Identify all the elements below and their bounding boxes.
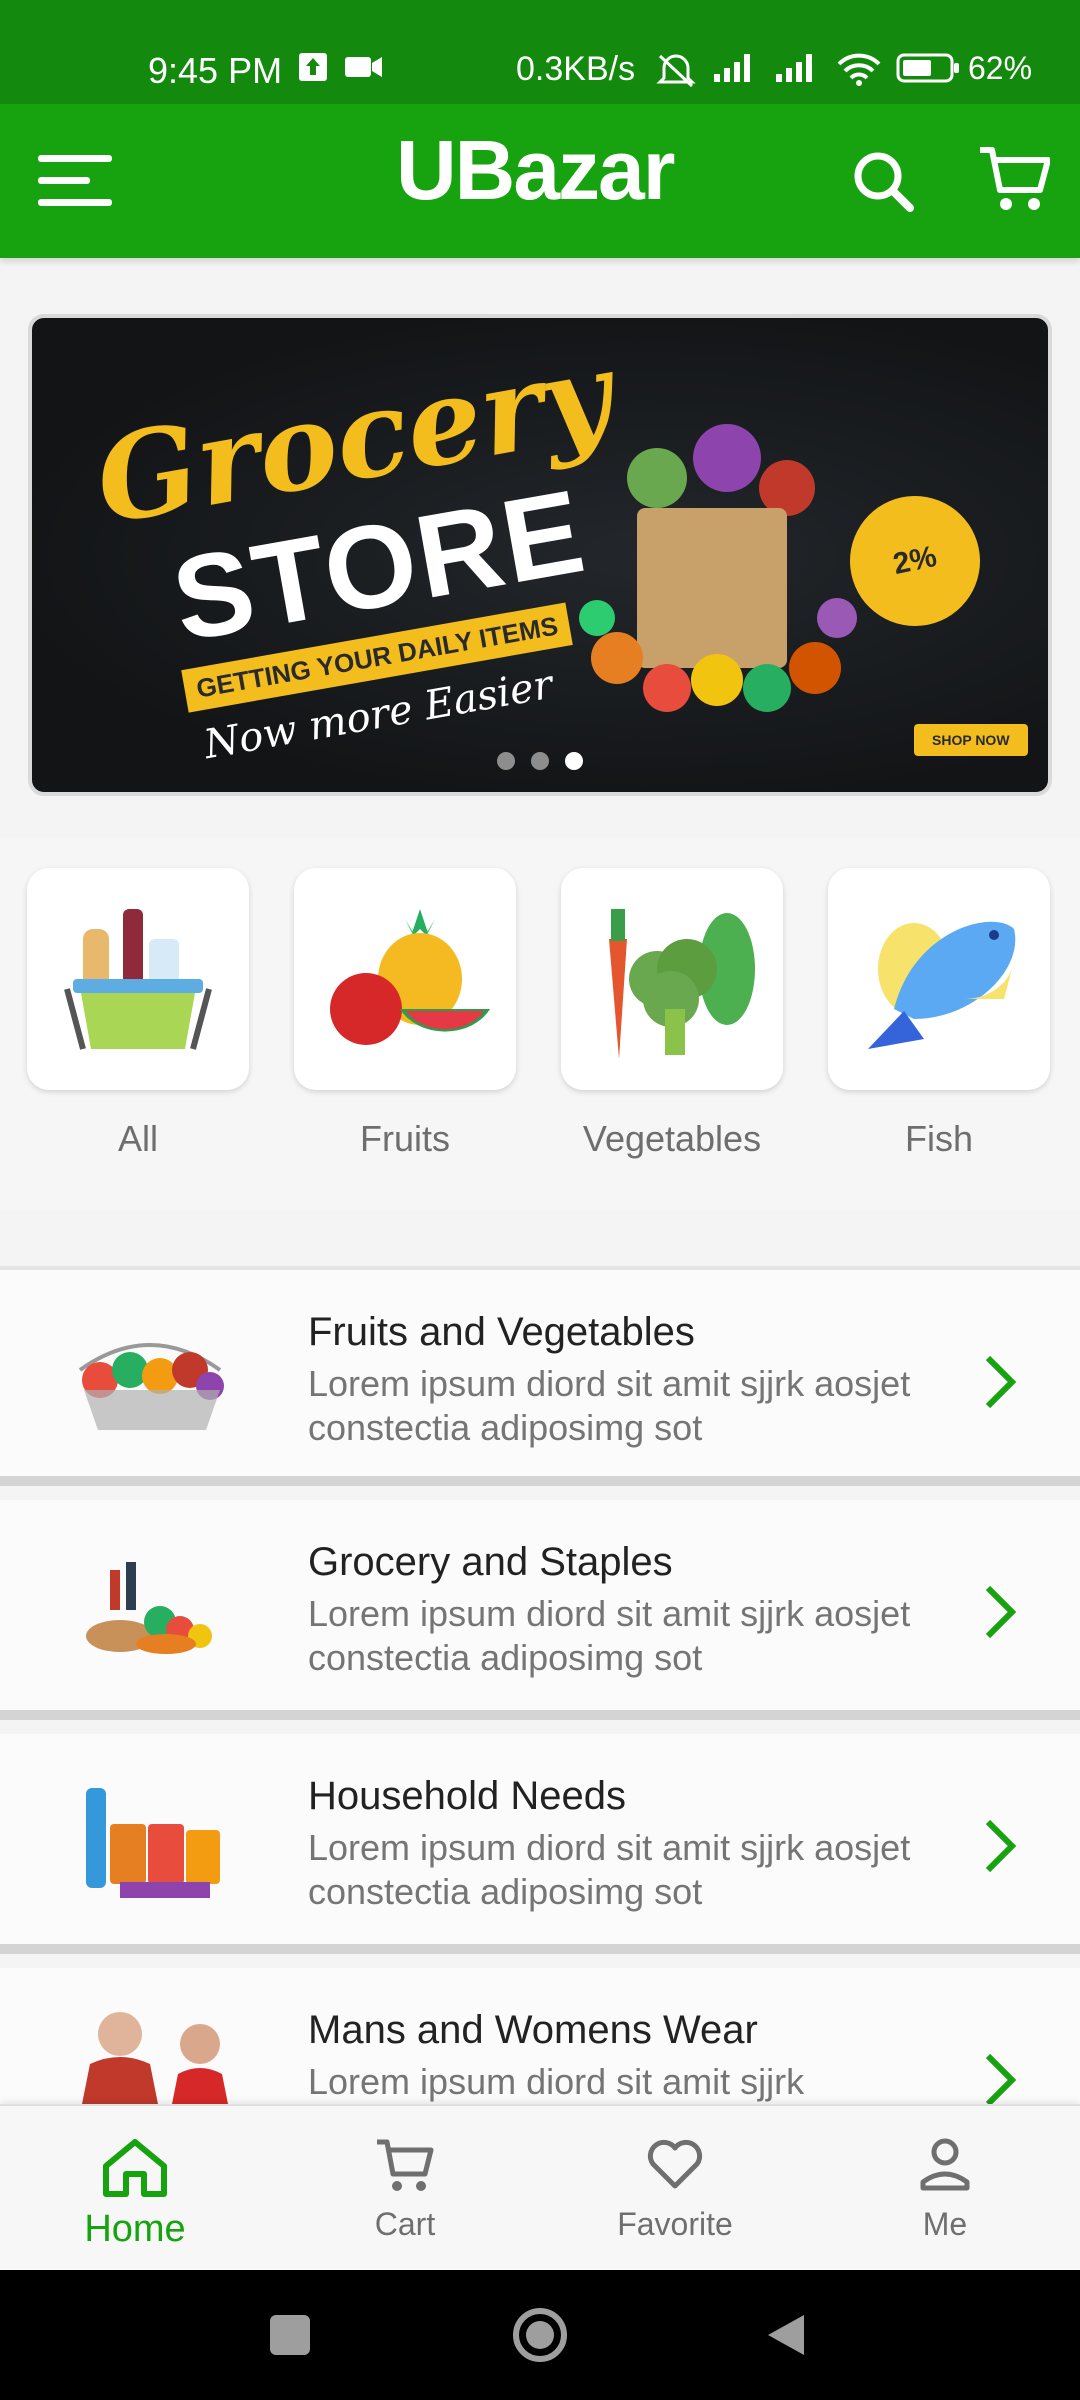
heart-icon (647, 2139, 703, 2189)
search-button[interactable] (850, 148, 916, 214)
list-item-household-needs[interactable]: Household Needs Lorem ipsum diord sit am… (0, 1734, 1080, 1954)
list-item-description: Lorem ipsum diord sit amit sjjrk (308, 2061, 805, 2102)
category-label: Fruits (360, 1118, 450, 1159)
carousel-dot-3[interactable] (565, 752, 583, 770)
system-navigation-bar (0, 2270, 1080, 2400)
list-item-description: Lorem ipsum diord sit amit sjjrk aosjet … (308, 1593, 911, 1678)
chevron-right-icon (985, 2053, 1017, 2107)
signal-icon-2 (776, 54, 812, 82)
nav-home[interactable]: Home (0, 2106, 270, 2272)
discount-badge: 2% (837, 483, 993, 639)
nav-favorite[interactable]: Favorite (540, 2106, 810, 2272)
vegetables-icon (609, 909, 755, 1059)
battery-icon (896, 53, 959, 83)
category-row: All Fruits Vegetables Fish (0, 838, 1080, 1210)
category-label: All (117, 1118, 158, 1159)
wifi-icon (837, 53, 881, 86)
category-card (27, 868, 249, 1090)
promo-banner[interactable]: Grocery STORE GETTING YOUR DAILY ITEMS N… (28, 314, 1052, 796)
list-item-grocery-staples[interactable]: Grocery and Staples Lorem ipsum diord si… (0, 1500, 1080, 1720)
list-item-title: Household Needs (308, 1774, 626, 1818)
search-icon (854, 152, 914, 212)
list-item-title: Fruits and Vegetables (308, 1310, 695, 1354)
basket-icon (64, 909, 212, 1050)
nav-label: Favorite (617, 2206, 733, 2242)
carousel-dot-1[interactable] (497, 752, 515, 770)
category-fruits[interactable]: Fruits (294, 868, 516, 1160)
person-icon (920, 2138, 970, 2191)
home-icon (103, 2139, 167, 2197)
back-button[interactable] (736, 2270, 836, 2400)
cart-icon (980, 147, 1051, 210)
nav-label: Cart (374, 2206, 436, 2242)
category-card (561, 868, 783, 1090)
carousel-indicator (32, 752, 1048, 770)
menu-button[interactable] (38, 151, 116, 211)
category-card (294, 868, 516, 1090)
nav-label: Home (84, 2208, 186, 2250)
status-bar: 9:45 PM 0.3KB/s 62% (0, 0, 1080, 104)
carousel-dot-2[interactable] (531, 752, 549, 770)
menu-icon (38, 155, 112, 206)
list-item-title: Mans and Womens Wear (308, 2008, 758, 2052)
circle-icon (513, 2308, 567, 2362)
category-card (828, 868, 1050, 1090)
signal-icon (714, 54, 750, 82)
cart-button[interactable] (978, 144, 1051, 214)
upload-notification-icon (299, 53, 327, 81)
grocery-thumbnail (86, 1562, 212, 1654)
home-system-button[interactable] (490, 2270, 590, 2400)
square-icon (270, 2315, 310, 2355)
app-bar: UBazar (0, 104, 1080, 258)
chevron-right-icon (985, 1585, 1017, 1639)
app-logo: UBazar (396, 123, 675, 217)
category-label: Fish (904, 1118, 973, 1159)
fruit-basket-thumbnail (78, 1343, 224, 1430)
category-all[interactable]: All (27, 868, 249, 1160)
video-notification-icon (345, 57, 382, 77)
category-label: Vegetables (582, 1118, 762, 1159)
fruits-icon (330, 909, 490, 1045)
nav-cart[interactable]: Cart (270, 2106, 540, 2272)
list-item-title: Grocery and Staples (308, 1540, 673, 1584)
fish-icon (868, 921, 1016, 1049)
nav-me[interactable]: Me (810, 2106, 1080, 2272)
recent-apps-button[interactable] (240, 2270, 340, 2400)
back-triangle-icon (768, 2315, 804, 2355)
chevron-right-icon (985, 1819, 1017, 1873)
cart-icon (377, 2139, 434, 2191)
household-thumbnail (86, 1788, 220, 1898)
mute-icon (656, 54, 696, 88)
list-item-description: Lorem ipsum diord sit amit sjjrk aosjet … (308, 1363, 911, 1448)
list-item-description: Lorem ipsum diord sit amit sjjrk aosjet … (308, 1827, 911, 1912)
battery-level: 62% (968, 50, 1033, 86)
network-speed: 0.3KB/s (516, 50, 636, 88)
category-fish[interactable]: Fish (828, 868, 1050, 1160)
chevron-right-icon (985, 1355, 1017, 1409)
status-time: 9:45 PM (148, 50, 283, 91)
grocery-bag-illustration (579, 424, 857, 712)
category-vegetables[interactable]: Vegetables (561, 868, 783, 1160)
nav-label: Me (922, 2206, 968, 2242)
list-item-fruits-vegetables[interactable]: Fruits and Vegetables Lorem ipsum diord … (0, 1266, 1080, 1486)
bottom-navigation: Home Cart Favorite Me (0, 2104, 1080, 2270)
